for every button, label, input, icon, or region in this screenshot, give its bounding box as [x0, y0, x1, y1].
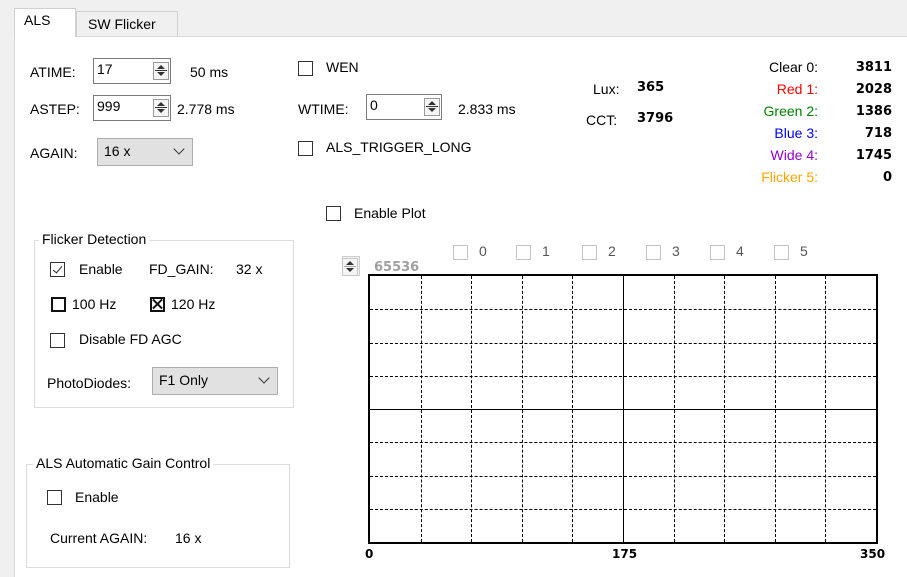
als-agc-group: [26, 464, 290, 568]
wtime-ms: 2.833 ms: [458, 101, 516, 117]
plot-gridline-horizontal: [370, 509, 876, 510]
series-label: 1: [542, 243, 550, 259]
tab-strip: ALS SW Flicker: [0, 0, 907, 37]
series-label: 3: [672, 243, 680, 259]
series-label: 2: [608, 243, 616, 259]
channel-label: Wide 4:: [770, 147, 818, 163]
channel-value: 3811: [855, 60, 892, 75]
astep-label: ASTEP:: [30, 101, 80, 117]
plot-gridline-horizontal: [370, 376, 876, 377]
wtime-value: 0: [370, 97, 378, 113]
plot-gridline-horizontal: [370, 409, 876, 410]
als-trigger-long-label: ALS_TRIGGER_LONG: [326, 139, 472, 155]
again-value: 16 x: [104, 143, 131, 159]
series-checkbox-3[interactable]: [646, 245, 661, 260]
astep-spinner[interactable]: 999: [93, 95, 171, 121]
chevron-down-icon: [258, 372, 270, 384]
wtime-spinner[interactable]: 0: [366, 94, 442, 120]
astep-ms: 2.778 ms: [177, 101, 235, 117]
wtime-label: WTIME:: [298, 101, 349, 117]
cct-value: 3796: [637, 111, 674, 126]
plot-ymax-spinner[interactable]: [342, 256, 360, 276]
lux-value: 365: [637, 80, 665, 95]
plot-area: [368, 274, 878, 544]
series-label: 5: [800, 243, 808, 259]
photodiodes-label: PhotoDiodes:: [47, 375, 132, 391]
photodiodes-value: F1 Only: [159, 372, 209, 388]
again-label: AGAIN:: [30, 145, 78, 161]
plot-gridline-horizontal: [370, 343, 876, 344]
plot-ymax: 65536: [374, 260, 420, 275]
current-again-value: 16 x: [175, 530, 202, 546]
wen-label: WEN: [326, 59, 359, 75]
atime-ms: 50 ms: [190, 64, 229, 80]
series-checkbox-4[interactable]: [710, 245, 725, 260]
series-checkbox-5[interactable]: [774, 245, 789, 260]
channel-value: 1386: [855, 104, 892, 119]
plot-x-tick: 350: [860, 547, 886, 561]
spinner-arrows-icon[interactable]: [153, 62, 169, 80]
series-checkbox-2[interactable]: [582, 245, 597, 260]
lux-label: Lux:: [593, 81, 620, 97]
plot-x-tick: 175: [612, 547, 638, 561]
channel-label: Clear 0:: [768, 59, 818, 75]
series-checkbox-0[interactable]: [453, 245, 468, 260]
series-label: 4: [736, 243, 744, 259]
current-again-label: Current AGAIN:: [50, 530, 148, 546]
atime-value: 17: [97, 61, 113, 77]
tab-als-label: ALS: [24, 12, 51, 28]
wen-checkbox[interactable]: [298, 61, 313, 76]
als-trigger-long-checkbox[interactable]: [298, 141, 313, 156]
channel-value: 1745: [855, 148, 892, 163]
chevron-down-icon: [173, 143, 185, 155]
tab-sw-flicker[interactable]: SW Flicker: [76, 11, 178, 37]
channel-label: Red 1:: [776, 81, 818, 97]
flicker-detection-title: Flicker Detection: [39, 231, 150, 247]
hz120-checkbox[interactable]: [150, 297, 165, 312]
atime-spinner[interactable]: 17: [93, 58, 171, 84]
enable-plot-label: Enable Plot: [354, 205, 426, 221]
disable-fd-agc-checkbox[interactable]: [50, 333, 65, 348]
channel-label: Flicker 5:: [761, 169, 818, 185]
channel-label: Blue 3:: [774, 125, 818, 141]
plot-gridline-horizontal: [370, 442, 876, 443]
hz100-label: 100 Hz: [72, 296, 117, 312]
agc-enable-label: Enable: [75, 489, 119, 505]
photodiodes-select[interactable]: F1 Only: [152, 367, 278, 395]
disable-fd-agc-label: Disable FD AGC: [79, 331, 182, 347]
channel-value: 0: [882, 170, 892, 185]
enable-plot-checkbox[interactable]: [326, 206, 341, 221]
flicker-enable-label: Enable: [79, 261, 123, 277]
plot-x-tick: 0: [365, 547, 374, 561]
plot-gridline-horizontal: [370, 309, 876, 310]
tab-sw-flicker-label: SW Flicker: [88, 16, 156, 32]
again-select[interactable]: 16 x: [97, 138, 193, 166]
spinner-arrows-icon[interactable]: [342, 258, 358, 276]
channel-label: Green 2:: [763, 103, 818, 119]
agc-enable-checkbox[interactable]: [47, 490, 62, 505]
als-agc-title: ALS Automatic Gain Control: [33, 455, 214, 471]
channel-value: 718: [864, 126, 892, 141]
spinner-arrows-icon[interactable]: [153, 99, 169, 117]
cct-label: CCT:: [586, 112, 618, 128]
astep-value: 999: [97, 98, 121, 114]
series-label: 0: [479, 243, 487, 259]
hz100-checkbox[interactable]: [51, 297, 66, 312]
flicker-enable-checkbox[interactable]: [50, 262, 65, 277]
channel-value: 2028: [855, 82, 892, 97]
spinner-arrows-icon[interactable]: [424, 98, 440, 116]
hz120-label: 120 Hz: [171, 296, 216, 312]
fd-gain-label: FD_GAIN:: [149, 261, 214, 277]
plot-gridline-horizontal: [370, 476, 876, 477]
series-checkbox-1[interactable]: [516, 245, 531, 260]
atime-label: ATIME:: [30, 64, 76, 80]
fd-gain-value: 32 x: [236, 261, 263, 277]
tab-als[interactable]: ALS: [14, 8, 76, 37]
